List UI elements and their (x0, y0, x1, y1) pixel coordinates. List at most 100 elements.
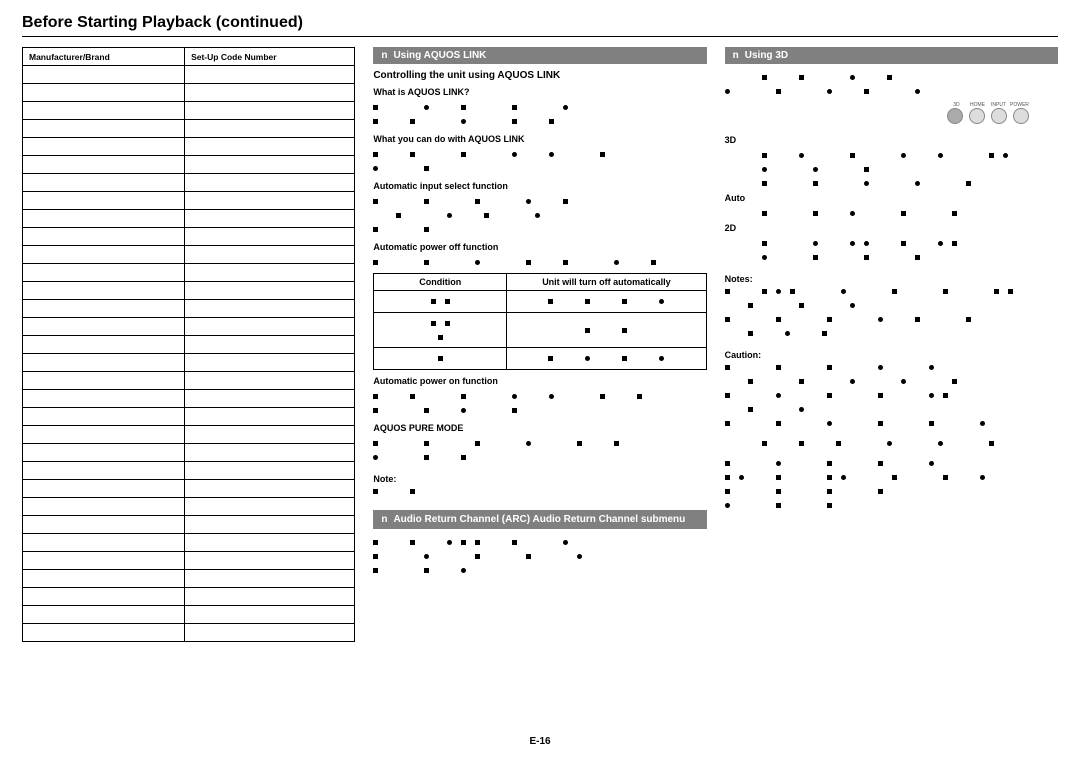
body-text (725, 148, 1058, 162)
table-row (23, 480, 355, 498)
table-row (23, 408, 355, 426)
body-text (725, 326, 1058, 340)
right-column: nUsing 3D 3D HOME INPUT POWER 3D Auto (725, 47, 1058, 642)
mode-auto-label: Auto (725, 193, 755, 203)
remote-button-3d (947, 108, 963, 124)
body-text (725, 388, 1058, 402)
remote-illustration: 3D HOME INPUT POWER (918, 102, 1058, 132)
cond-row (374, 313, 706, 348)
body-text (725, 284, 1058, 298)
body-text (725, 250, 1058, 264)
th-auto-off: Unit will turn off automatically (507, 274, 706, 291)
remote-label-3d: 3D (946, 102, 966, 108)
body-text (373, 484, 706, 498)
body-text (373, 147, 706, 161)
mode-3d-label: 3D (725, 135, 755, 145)
brand-code-table: Manufacturer/Brand Set-Up Code Number (22, 47, 355, 642)
table-row (23, 84, 355, 102)
mode-2d-row: 2D (725, 223, 1058, 233)
body-text (725, 176, 1058, 190)
caution-label: Caution: (725, 350, 1058, 360)
table-row (23, 192, 355, 210)
body-text (373, 535, 706, 549)
mode-auto-row: Auto (725, 193, 1058, 203)
body-text (373, 222, 706, 236)
middle-column: nUsing AQUOS LINK Controlling the unit u… (373, 47, 706, 642)
body-text (725, 402, 1058, 416)
table-row (23, 120, 355, 138)
body-text (725, 206, 1058, 220)
section-arc: nAudio Return Channel (ARC) Audio Return… (373, 510, 706, 529)
mode-3d-row: 3D (725, 135, 1058, 145)
table-row (23, 552, 355, 570)
body-text (725, 470, 1058, 484)
table-row (23, 210, 355, 228)
th-condition: Condition (374, 274, 507, 291)
body-text (725, 84, 1058, 98)
mode-2d-label: 2D (725, 223, 755, 233)
body-text (373, 161, 706, 175)
body-text (373, 100, 706, 114)
table-row (23, 462, 355, 480)
body-text (725, 374, 1058, 388)
body-text (725, 312, 1058, 326)
table-row (23, 534, 355, 552)
table-row (23, 426, 355, 444)
table-row (23, 588, 355, 606)
body-text (373, 194, 706, 208)
section-aquos-link-label: Using AQUOS LINK (393, 50, 486, 61)
body-text (373, 450, 706, 464)
heading-auto-off: Automatic power off function (373, 242, 706, 252)
body-text (373, 436, 706, 450)
table-row (23, 318, 355, 336)
heading-auto-input: Automatic input select function (373, 181, 706, 191)
body-text (373, 549, 706, 563)
content-columns: Manufacturer/Brand Set-Up Code Number nU… (22, 47, 1058, 642)
table-row (23, 570, 355, 588)
table-row (23, 606, 355, 624)
table-row (23, 372, 355, 390)
body-text (373, 208, 706, 222)
page-number: E-16 (0, 736, 1080, 747)
th-code: Set-Up Code Number (185, 48, 355, 66)
heading-pure-mode: AQUOS PURE MODE (373, 423, 706, 433)
table-row (23, 138, 355, 156)
body-text (373, 255, 706, 269)
page-title: Before Starting Playback (continued) (22, 14, 1058, 32)
table-row (23, 516, 355, 534)
heading-can-do: What you can do with AQUOS LINK (373, 134, 706, 144)
table-row (23, 444, 355, 462)
body-text (725, 360, 1058, 374)
body-text (725, 236, 1058, 250)
body-text (373, 563, 706, 577)
table-row (23, 264, 355, 282)
body-text (373, 389, 706, 403)
table-row (23, 390, 355, 408)
table-row (23, 354, 355, 372)
note-label: Note: (373, 474, 706, 484)
body-text (725, 70, 1058, 84)
table-row (23, 300, 355, 318)
cond-row (374, 348, 706, 370)
th-brand: Manufacturer/Brand (23, 48, 185, 66)
table-row (23, 246, 355, 264)
body-text (725, 436, 1058, 450)
body-text (373, 403, 706, 417)
table-row (23, 66, 355, 84)
heading-auto-on: Automatic power on function (373, 376, 706, 386)
table-row (23, 336, 355, 354)
remote-button-power (1013, 108, 1029, 124)
body-text (725, 416, 1058, 430)
body-text (725, 498, 1058, 512)
heading-what-is: What is AQUOS LINK? (373, 87, 706, 97)
remote-button-input (991, 108, 1007, 124)
remote-button-home (969, 108, 985, 124)
subtitle-controlling: Controlling the unit using AQUOS LINK (373, 70, 706, 81)
table-row (23, 156, 355, 174)
body-text (725, 484, 1058, 498)
table-row (23, 498, 355, 516)
table-row (23, 102, 355, 120)
body-text (725, 456, 1058, 470)
left-column: Manufacturer/Brand Set-Up Code Number (22, 47, 355, 642)
table-row (23, 228, 355, 246)
